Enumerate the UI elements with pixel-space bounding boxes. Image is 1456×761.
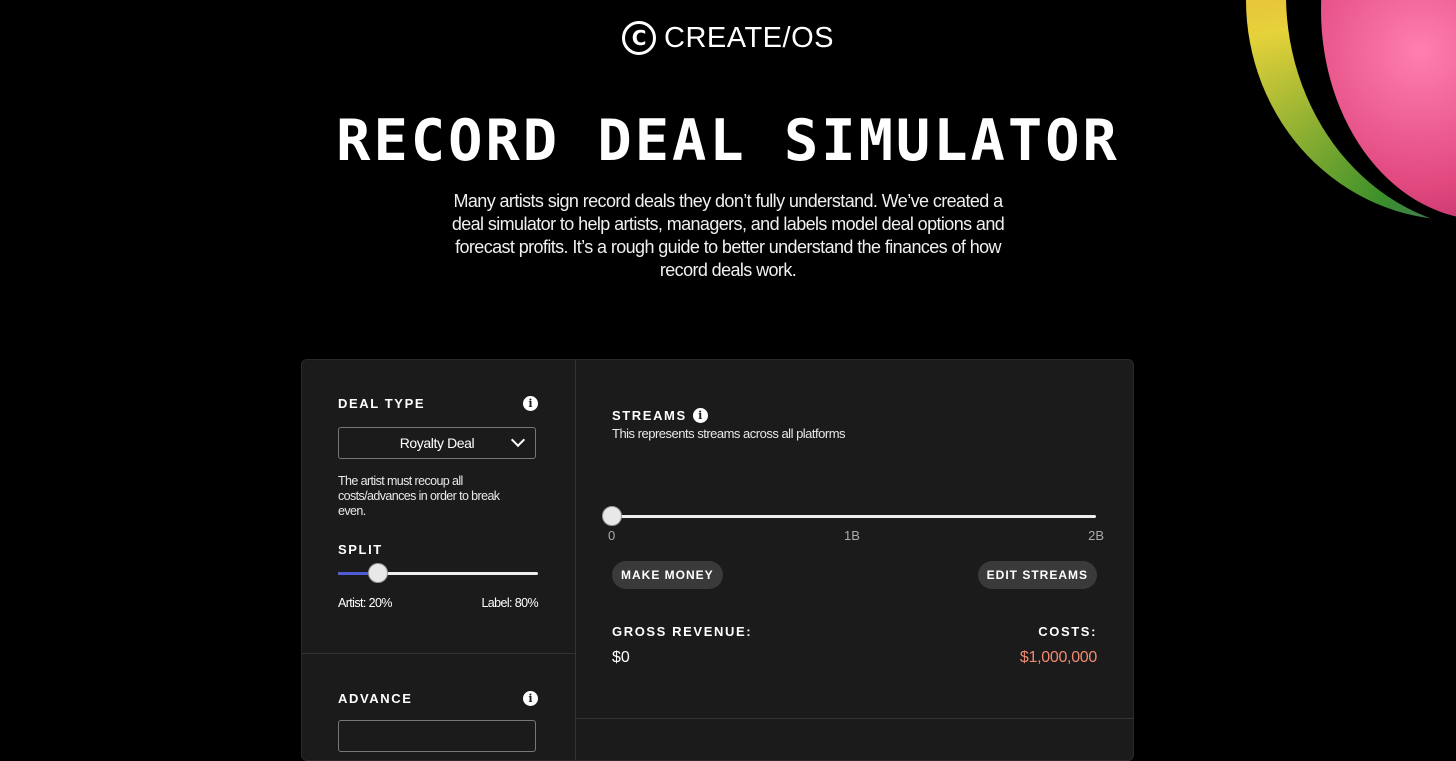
streams-slider-handle[interactable]: [602, 506, 622, 526]
gross-revenue-value: $0: [612, 649, 630, 666]
streams-subtitle: This represents streams across all platf…: [612, 426, 846, 441]
split-label: SPLIT: [338, 542, 383, 557]
deal-section: DEAL TYPE i Royalty Deal The artist must…: [302, 360, 575, 654]
streams-header: STREAMS i: [612, 408, 708, 423]
split-slider-handle[interactable]: [368, 563, 388, 583]
deal-type-select[interactable]: Royalty Deal: [338, 427, 536, 459]
settings-panel: DEAL TYPE i Royalty Deal The artist must…: [302, 360, 576, 760]
deal-type-value: Royalty Deal: [399, 435, 475, 451]
streams-label: STREAMS: [612, 408, 687, 423]
chevron-down-icon: [510, 432, 526, 448]
streams-slider[interactable]: [602, 506, 1096, 526]
tick-mid: 1B: [844, 528, 860, 543]
artist-share: Artist: 20%: [338, 596, 392, 610]
advance-info-icon[interactable]: i: [523, 691, 538, 706]
label-share: Label: 80%: [481, 596, 538, 610]
streams-info-icon[interactable]: i: [692, 408, 708, 423]
tick-min: 0: [608, 528, 616, 543]
gross-revenue-label: GROSS REVENUE:: [612, 624, 753, 639]
results-panel: STREAMS i This represents streams across…: [576, 360, 1133, 760]
costs-value: $1,000,000: [1019, 649, 1097, 666]
edit-streams-button[interactable]: EDIT STREAMS: [977, 561, 1097, 589]
advance-label: ADVANCE: [338, 691, 413, 706]
split-slider[interactable]: [338, 563, 538, 583]
page-title: RECORD DEAL SIMULATOR: [336, 108, 1120, 174]
brand-name: CREATE/OS: [664, 21, 834, 54]
costs-label: COSTS:: [1038, 624, 1097, 639]
deal-type-label: DEAL TYPE: [338, 396, 426, 411]
section-divider: [576, 718, 1133, 719]
tick-max: 2B: [1088, 528, 1104, 543]
make-money-button[interactable]: MAKE MONEY: [612, 561, 723, 589]
advance-input[interactable]: [338, 720, 536, 752]
deal-type-info-icon[interactable]: i: [523, 396, 538, 411]
deal-type-description: The artist must recoup all costs/advance…: [338, 474, 500, 518]
brand-logo[interactable]: C CREATE/OS: [0, 21, 1456, 55]
simulator-card: DEAL TYPE i Royalty Deal The artist must…: [301, 359, 1134, 761]
copyright-logo-icon: C: [622, 21, 657, 55]
split-values: Artist: 20% Label: 80%: [338, 596, 539, 610]
intro-text: Many artists sign record deals they don’…: [451, 191, 1005, 280]
